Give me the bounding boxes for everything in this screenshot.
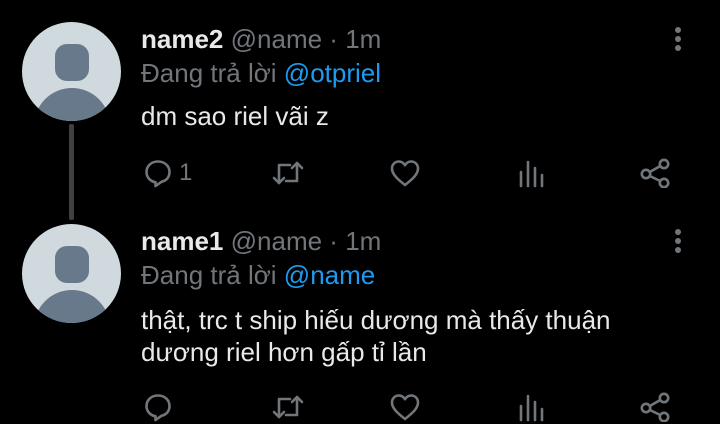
replying-to: Đang trả lời @name [141, 260, 375, 290]
views-button[interactable] [517, 156, 545, 190]
more-options-icon[interactable] [670, 24, 686, 54]
reply-button[interactable] [143, 390, 179, 424]
heart-icon [390, 160, 420, 187]
avatar-body-shape [34, 88, 110, 121]
tweet-text-line: dm sao riel vãi z [141, 101, 329, 131]
views-button[interactable] [517, 390, 545, 424]
tweet-text: thật, trc t ship hiếu dương mà thấy thuậ… [141, 304, 681, 368]
heart-icon [390, 394, 420, 421]
like-button[interactable] [389, 156, 427, 190]
views-icon [519, 394, 544, 422]
reply-icon [145, 394, 171, 422]
share-icon [640, 158, 670, 188]
display-name[interactable]: name1 [141, 226, 223, 256]
tweet[interactable]: name2 @name · 1m Đang trả lời @otpriel d… [0, 0, 720, 200]
retweet-icon [272, 395, 304, 419]
handle[interactable]: @name [231, 24, 322, 54]
action-bar [0, 390, 720, 424]
avatar[interactable] [22, 224, 121, 323]
share-button[interactable] [639, 390, 671, 424]
mention-link[interactable]: @otpriel [284, 58, 381, 88]
replying-to-label: Đang trả lời [141, 58, 277, 88]
share-button[interactable] [639, 156, 671, 190]
avatar-head-shape [55, 44, 89, 81]
tweet-text-line: dương riel hơn gấp tỉ lần [141, 337, 427, 367]
views-icon [519, 160, 544, 188]
reply-count: 1 [179, 159, 193, 186]
retweet-button[interactable] [271, 390, 311, 424]
tweet-text-line: thật, trc t ship hiếu dương mà thấy thuậ… [141, 305, 611, 335]
reply-icon [145, 160, 171, 188]
tweet[interactable]: name1 @name · 1m Đang trả lời @name thật… [0, 200, 720, 424]
share-icon [640, 392, 670, 422]
more-options-icon[interactable] [670, 226, 686, 256]
avatar-body-shape [34, 290, 110, 323]
replying-to: Đang trả lời @otpriel [141, 58, 381, 88]
replying-to-label: Đang trả lời [141, 260, 277, 290]
reply-button[interactable]: 1 [143, 156, 192, 190]
timestamp[interactable]: 1m [345, 24, 381, 54]
avatar[interactable] [22, 22, 121, 121]
mention-link[interactable]: @name [284, 260, 375, 290]
tweet-header: name1 @name · 1m [141, 226, 381, 256]
timestamp[interactable]: 1m [345, 226, 381, 256]
like-button[interactable] [389, 390, 427, 424]
action-bar: 1 [0, 156, 720, 190]
retweet-button[interactable] [271, 156, 311, 190]
handle[interactable]: @name [231, 226, 322, 256]
separator: · [329, 24, 338, 54]
display-name[interactable]: name2 [141, 24, 223, 54]
retweet-icon [272, 161, 304, 185]
avatar-head-shape [55, 246, 89, 283]
separator: · [329, 226, 338, 256]
tweet-header: name2 @name · 1m [141, 24, 381, 54]
tweet-text: dm sao riel vãi z [141, 100, 681, 132]
